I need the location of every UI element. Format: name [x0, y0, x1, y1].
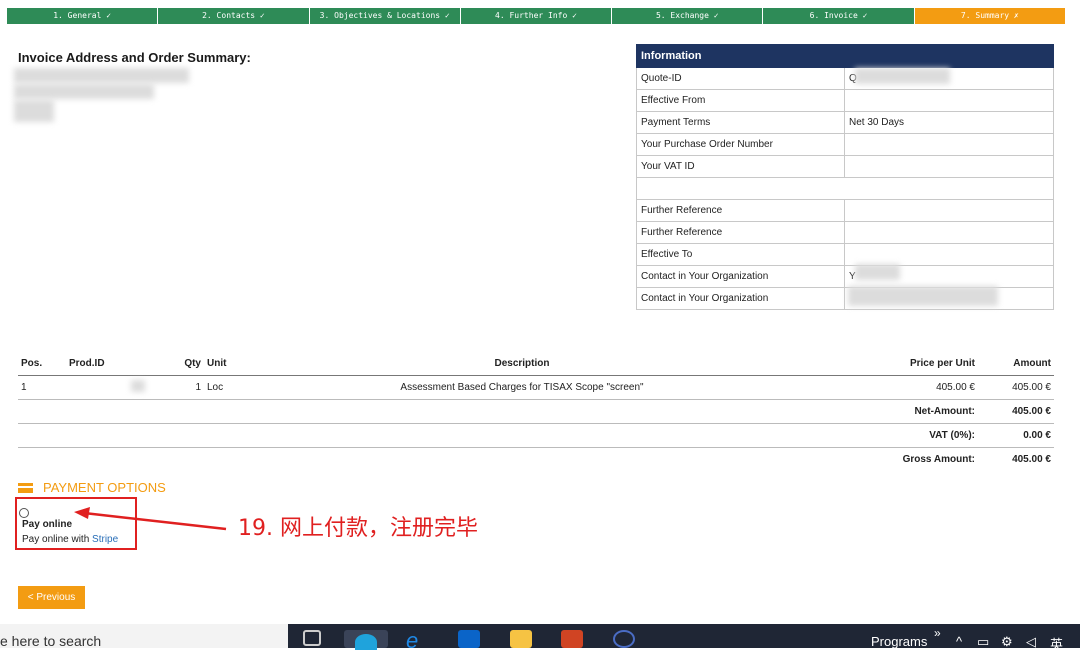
item-qty: 1 [150, 375, 204, 400]
redacted-contact [855, 264, 900, 280]
info-label: Your VAT ID [636, 155, 845, 178]
info-value [844, 243, 1054, 266]
col-amount: Amount [978, 352, 1054, 376]
information-header: Information [636, 44, 1054, 68]
progress-steps: 1. General ✓ 2. Contacts ✓ 3. Objectives… [7, 8, 1065, 24]
credit-card-icon [18, 482, 33, 493]
info-label: Effective To [636, 243, 845, 266]
gross-amount-value: 405.00 € [1012, 454, 1051, 465]
pay-online-radio[interactable] [19, 508, 29, 518]
total-row: Net-Amount: 405.00 € [18, 399, 1054, 424]
redacted-address-line [14, 68, 189, 83]
stripe-link[interactable]: Stripe [92, 534, 118, 545]
total-row: VAT (0%): 0.00 € [18, 423, 1054, 448]
step-general[interactable]: 1. General ✓ [7, 8, 159, 24]
info-value [844, 133, 1054, 156]
step-objectives[interactable]: 3. Objectives & Locations ✓ [309, 8, 461, 24]
pay-online-description: Pay online with Stripe [22, 534, 118, 545]
info-spacer-row [636, 177, 1054, 200]
item-description: Assessment Based Charges for TISAX Scope… [258, 375, 786, 400]
file-explorer-icon[interactable] [510, 630, 532, 648]
task-view-icon[interactable] [303, 630, 321, 646]
total-row: Gross Amount: 405.00 € [18, 448, 1054, 472]
item-pos: 1 [18, 375, 66, 400]
redacted-address-line [14, 100, 54, 122]
item-amount: 405.00 € [978, 375, 1054, 400]
edge-browser-icon[interactable] [344, 630, 388, 650]
col-pos: Pos. [18, 352, 66, 376]
tray-chevron-up-icon[interactable]: ^ [956, 634, 962, 649]
col-qty: Qty [150, 352, 204, 376]
info-label: Effective From [636, 89, 845, 112]
info-value [844, 199, 1054, 222]
info-value [844, 155, 1054, 178]
gross-amount-label: Gross Amount: [902, 454, 975, 465]
info-label: Your Purchase Order Number [636, 133, 845, 156]
item-unit: Loc [204, 375, 258, 400]
step-exchange[interactable]: 5. Exchange ✓ [612, 8, 764, 24]
info-label: Further Reference [636, 199, 845, 222]
info-label: Payment Terms [636, 111, 845, 134]
payment-options-title: PAYMENT OPTIONS [18, 480, 166, 495]
annotation-text: 19. 网上付款，注册完毕 [238, 516, 478, 541]
previous-button[interactable]: < Previous [18, 586, 85, 609]
vat-label: VAT (0%): [18, 423, 978, 448]
info-label: Contact in Your Organization [636, 265, 845, 288]
step-invoice[interactable]: 6. Invoice ✓ [763, 8, 915, 24]
info-label: Quote-ID [636, 67, 845, 90]
invoice-address-title: Invoice Address and Order Summary: [18, 50, 251, 65]
tray-ime-indicator[interactable]: 英 [1050, 634, 1063, 653]
info-label: Contact in Your Organization [636, 287, 845, 310]
step-further-info[interactable]: 4. Further Info ✓ [460, 8, 613, 24]
table-row: 1 1 Loc Assessment Based Charges for TIS… [18, 375, 1054, 400]
pay-online-label[interactable]: Pay online [22, 519, 72, 530]
pay-online-desc-text: Pay online with [22, 534, 90, 545]
item-prod-id [66, 375, 150, 400]
net-amount-label: Net-Amount: [18, 399, 978, 424]
taskbar-programs[interactable]: Programs [871, 634, 927, 649]
outlook-icon[interactable] [458, 630, 480, 648]
info-value [844, 221, 1054, 244]
payment-options-label: PAYMENT OPTIONS [43, 480, 166, 495]
redacted-address-line [14, 84, 154, 99]
net-amount-value: 405.00 € [978, 399, 1054, 424]
vat-value: 0.00 € [978, 423, 1054, 448]
step-summary[interactable]: 7. Summary ✗ [914, 8, 1065, 24]
annotation-arrow-icon [74, 507, 227, 531]
redacted-quote-id [855, 68, 950, 84]
col-unit: Unit [204, 352, 258, 376]
powerpoint-icon[interactable] [561, 630, 583, 648]
col-description: Description [258, 352, 786, 376]
redacted-contact [848, 286, 998, 306]
col-price: Price per Unit [786, 352, 978, 376]
info-label: Further Reference [636, 221, 845, 244]
info-value [844, 89, 1054, 112]
taskbar-search-input[interactable]: e here to search [0, 624, 288, 648]
search-circle-icon[interactable] [613, 630, 635, 648]
col-prod-id: Prod.ID [66, 352, 150, 376]
information-table: Information Quote-ID Q Effective From Pay… [636, 44, 1054, 310]
internet-explorer-icon[interactable]: e [406, 630, 428, 652]
info-value: Net 30 Days [844, 111, 1054, 134]
order-items-table: Pos. Prod.ID Qty Unit Description Price … [18, 352, 1054, 471]
chevron-right-icon[interactable]: » [934, 626, 941, 640]
item-price: 405.00 € [786, 375, 978, 400]
step-contacts[interactable]: 2. Contacts ✓ [158, 8, 310, 24]
